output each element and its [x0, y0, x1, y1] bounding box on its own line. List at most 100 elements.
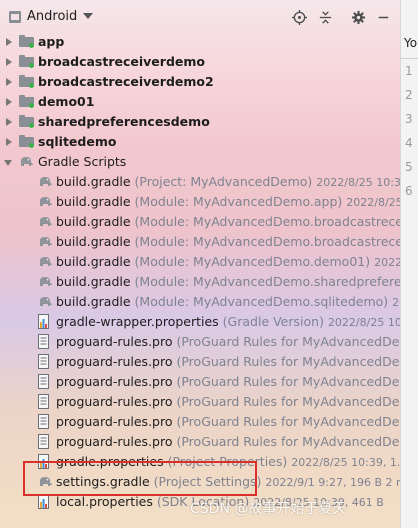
file-description: (ProGuard Rules for MyAdvancedDemo — [176, 414, 400, 429]
project-view-selector[interactable]: Android — [27, 9, 77, 24]
file-meta: 2022/8/25 1 — [346, 196, 400, 209]
text-file-icon — [38, 354, 49, 369]
file-description: (Module: MyAdvancedDemo.app) — [134, 194, 343, 209]
file-description: (ProGuard Rules for MyAdvancedDemo — [176, 374, 400, 389]
tree-row-file[interactable]: proguard-rules.pro (ProGuard Rules for M… — [0, 352, 400, 372]
chevron-down-icon[interactable] — [4, 160, 12, 166]
file-name: gradle-wrapper.properties — [56, 314, 219, 329]
file-name: proguard-rules.pro — [56, 374, 173, 389]
module-folder-icon — [19, 35, 34, 48]
tree-row-module[interactable]: broadcastreceiverdemo2 — [0, 72, 400, 92]
file-meta: 2022/8/25 — [374, 256, 400, 269]
tree-row-module[interactable]: demo01 — [0, 92, 400, 112]
gradle-elephant-icon — [19, 155, 34, 168]
line-number: 2 — [405, 88, 413, 102]
gradle-elephant-icon — [38, 295, 53, 308]
file-name: proguard-rules.pro — [56, 394, 173, 409]
line-number: 3 — [405, 112, 413, 126]
module-label: demo01 — [38, 94, 95, 109]
file-meta: 2022/8/25 10:39, 5 — [316, 176, 400, 189]
tree-row-file[interactable]: build.gradle (Module: MyAdvancedDemo.bro… — [0, 232, 400, 252]
file-entry: gradle-wrapper.properties (Gradle Versio… — [56, 314, 400, 329]
file-entry: build.gradle (Project: MyAdvancedDemo) 2… — [56, 174, 400, 189]
tree-row-file[interactable]: gradle-wrapper.properties (Gradle Versio… — [0, 312, 400, 332]
tree-row-file[interactable]: proguard-rules.pro (ProGuard Rules for M… — [0, 412, 400, 432]
line-number: 1 — [405, 64, 413, 78]
module-label: broadcastreceiverdemo2 — [38, 74, 214, 89]
file-entry: proguard-rules.pro (ProGuard Rules for M… — [56, 334, 400, 349]
text-file-icon — [38, 434, 49, 449]
chevron-right-icon[interactable] — [6, 38, 12, 46]
file-name: build.gradle — [56, 194, 131, 209]
properties-file-icon — [38, 494, 49, 509]
module-label: sharedpreferencesdemo — [38, 114, 210, 129]
divider — [401, 58, 418, 59]
gear-icon[interactable] — [349, 8, 367, 26]
module-folder-icon — [19, 55, 34, 68]
gradle-scripts-label: Gradle Scripts — [38, 154, 127, 169]
file-meta: 2022/9/1 9:27, 196 B 2 minu — [265, 476, 400, 489]
file-name: build.gradle — [56, 274, 131, 289]
tree-row-file[interactable]: build.gradle (Module: MyAdvancedDemo.sql… — [0, 292, 400, 312]
file-description: (ProGuard Rules for MyAdvancedDemo — [176, 334, 400, 349]
chevron-right-icon[interactable] — [6, 138, 12, 146]
text-file-icon — [38, 414, 49, 429]
gradle-elephant-icon — [38, 235, 53, 248]
file-description: (ProGuard Rules for MyAdvancedDemo — [176, 434, 400, 449]
properties-file-icon — [38, 314, 49, 329]
gradle-elephant-icon — [38, 255, 53, 268]
tree-row-file[interactable]: build.gradle (Project: MyAdvancedDemo) 2… — [0, 172, 400, 192]
file-description: (Module: MyAdvancedDemo.broadcastreceive — [134, 234, 400, 249]
file-description: (ProGuard Rules for MyAdvancedDemo — [176, 394, 400, 409]
file-entry: proguard-rules.pro (ProGuard Rules for M… — [56, 394, 400, 409]
gradle-elephant-icon — [38, 215, 53, 228]
chevron-right-icon[interactable] — [6, 98, 12, 106]
gradle-elephant-icon — [38, 175, 53, 188]
tree-row-file[interactable]: proguard-rules.pro (ProGuard Rules for M… — [0, 392, 400, 412]
module-folder-icon — [19, 75, 34, 88]
tree-row-module[interactable]: app — [0, 32, 400, 52]
module-label: app — [38, 34, 65, 49]
file-description: (Module: MyAdvancedDemo.demo01) — [134, 254, 371, 269]
file-description: (Gradle Version) — [222, 314, 324, 329]
file-name: build.gradle — [56, 214, 131, 229]
tree-row-gradle-scripts[interactable]: Gradle Scripts — [0, 152, 400, 172]
tree-row-file[interactable]: build.gradle (Module: MyAdvancedDemo.sha… — [0, 272, 400, 292]
module-label: broadcastreceiverdemo — [38, 54, 205, 69]
file-name: proguard-rules.pro — [56, 334, 173, 349]
file-meta: 2022/8/2 — [392, 296, 400, 309]
tree-row-file[interactable]: proguard-rules.pro (ProGuard Rules for M… — [0, 332, 400, 352]
tree-row-file[interactable]: build.gradle (Module: MyAdvancedDemo.bro… — [0, 212, 400, 232]
tree-row-file[interactable]: build.gradle (Module: MyAdvancedDemo.dem… — [0, 252, 400, 272]
file-name: proguard-rules.pro — [56, 434, 173, 449]
file-name: build.gradle — [56, 294, 131, 309]
file-name: proguard-rules.pro — [56, 354, 173, 369]
file-name: build.gradle — [56, 174, 131, 189]
gradle-elephant-icon — [38, 195, 53, 208]
android-view-icon — [9, 11, 21, 23]
editor-tab[interactable]: Yo — [404, 36, 417, 50]
tree-row-module[interactable]: sqlitedemo — [0, 132, 400, 152]
minimize-icon[interactable] — [374, 8, 392, 26]
tree-row-file[interactable]: proguard-rules.pro (ProGuard Rules for M… — [0, 432, 400, 452]
chevron-right-icon[interactable] — [6, 118, 12, 126]
crosshair-icon[interactable] — [290, 8, 308, 26]
tree-row-module[interactable]: broadcastreceiverdemo — [0, 52, 400, 72]
chevron-down-icon[interactable] — [83, 13, 93, 19]
tree-row-file[interactable]: proguard-rules.pro (ProGuard Rules for M… — [0, 372, 400, 392]
file-name: local.properties — [56, 494, 153, 509]
collapse-all-icon[interactable] — [316, 8, 334, 26]
file-description: (Module: MyAdvancedDemo.sqlitedemo) — [134, 294, 389, 309]
file-meta: 2022/8/25 10 — [327, 316, 400, 329]
file-description: (Module: MyAdvancedDemo.broadcastreceive — [134, 214, 400, 229]
tree-row-file[interactable]: build.gradle (Module: MyAdvancedDemo.app… — [0, 192, 400, 212]
chevron-right-icon[interactable] — [6, 78, 12, 86]
watermark: CSDN @故事开始于夏天 — [190, 501, 347, 517]
file-entry: proguard-rules.pro (ProGuard Rules for M… — [56, 434, 400, 449]
file-description: (Project: MyAdvancedDemo) — [134, 174, 313, 189]
chevron-right-icon[interactable] — [6, 58, 12, 66]
editor-panel-edge: Yo 1 2 3 4 5 6 — [400, 0, 418, 528]
file-name: build.gradle — [56, 234, 131, 249]
file-entry: build.gradle (Module: MyAdvancedDemo.dem… — [56, 254, 400, 269]
tree-row-module[interactable]: sharedpreferencesdemo — [0, 112, 400, 132]
